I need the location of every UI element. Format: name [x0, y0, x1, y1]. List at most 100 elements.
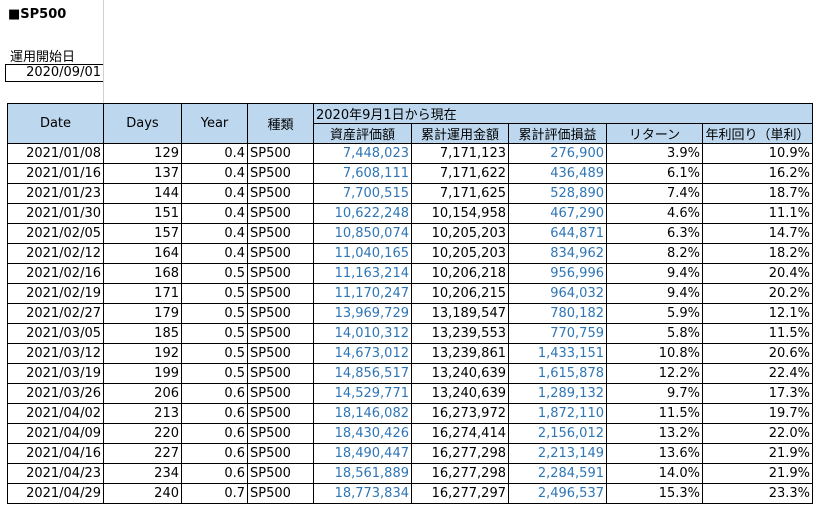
annual-yield-cell[interactable]: 18.2%: [702, 243, 813, 264]
invested-total-cell[interactable]: 10,206,218: [411, 263, 509, 284]
days-cell[interactable]: 206: [103, 383, 182, 404]
invested-total-cell[interactable]: 13,240,639: [411, 383, 509, 404]
date-cell[interactable]: 2021/02/05: [7, 223, 104, 244]
header-type[interactable]: 種類: [247, 103, 314, 144]
return-cell[interactable]: 9.7%: [606, 383, 703, 404]
days-cell[interactable]: 171: [103, 283, 182, 304]
unrealized-gain-cell[interactable]: 2,213,149: [508, 443, 607, 464]
annual-yield-cell[interactable]: 20.6%: [702, 343, 813, 364]
invested-total-cell[interactable]: 10,154,958: [411, 203, 509, 224]
type-cell[interactable]: SP500: [247, 423, 314, 444]
asset-value-cell[interactable]: 7,448,023: [313, 143, 412, 164]
asset-value-cell[interactable]: 18,146,082: [313, 403, 412, 424]
invested-total-cell[interactable]: 13,240,639: [411, 363, 509, 384]
date-cell[interactable]: 2021/03/19: [7, 363, 104, 384]
return-cell[interactable]: 10.8%: [606, 343, 703, 364]
asset-value-cell[interactable]: 10,850,074: [313, 223, 412, 244]
unrealized-gain-cell[interactable]: 2,496,537: [508, 483, 607, 504]
days-cell[interactable]: 137: [103, 163, 182, 184]
invested-total-cell[interactable]: 7,171,622: [411, 163, 509, 184]
days-cell[interactable]: 179: [103, 303, 182, 324]
type-cell[interactable]: SP500: [247, 483, 314, 504]
asset-value-cell[interactable]: 14,529,771: [313, 383, 412, 404]
year-cell[interactable]: 0.7: [181, 483, 248, 504]
date-cell[interactable]: 2021/03/05: [7, 323, 104, 344]
date-cell[interactable]: 2021/02/12: [7, 243, 104, 264]
unrealized-gain-cell[interactable]: 276,900: [508, 143, 607, 164]
days-cell[interactable]: 199: [103, 363, 182, 384]
return-cell[interactable]: 3.9%: [606, 143, 703, 164]
return-cell[interactable]: 15.3%: [606, 483, 703, 504]
invested-total-cell[interactable]: 7,171,625: [411, 183, 509, 204]
days-cell[interactable]: 151: [103, 203, 182, 224]
annual-yield-cell[interactable]: 21.9%: [702, 463, 813, 484]
type-cell[interactable]: SP500: [247, 183, 314, 204]
return-cell[interactable]: 7.4%: [606, 183, 703, 204]
annual-yield-cell[interactable]: 12.1%: [702, 303, 813, 324]
annual-yield-cell[interactable]: 16.2%: [702, 163, 813, 184]
type-cell[interactable]: SP500: [247, 303, 314, 324]
annual-yield-cell[interactable]: 14.7%: [702, 223, 813, 244]
return-cell[interactable]: 6.1%: [606, 163, 703, 184]
days-cell[interactable]: 144: [103, 183, 182, 204]
annual-yield-cell[interactable]: 11.5%: [702, 323, 813, 344]
date-cell[interactable]: 2021/03/26: [7, 383, 104, 404]
asset-value-cell[interactable]: 18,430,426: [313, 423, 412, 444]
year-cell[interactable]: 0.4: [181, 143, 248, 164]
return-cell[interactable]: 5.9%: [606, 303, 703, 324]
invested-total-cell[interactable]: 10,205,203: [411, 223, 509, 244]
unrealized-gain-cell[interactable]: 2,284,591: [508, 463, 607, 484]
year-cell[interactable]: 0.5: [181, 263, 248, 284]
asset-value-cell[interactable]: 11,163,214: [313, 263, 412, 284]
type-cell[interactable]: SP500: [247, 203, 314, 224]
date-cell[interactable]: 2021/01/16: [7, 163, 104, 184]
date-cell[interactable]: 2021/01/08: [7, 143, 104, 164]
return-cell[interactable]: 5.8%: [606, 323, 703, 344]
asset-value-cell[interactable]: 13,969,729: [313, 303, 412, 324]
days-cell[interactable]: 220: [103, 423, 182, 444]
type-cell[interactable]: SP500: [247, 223, 314, 244]
type-cell[interactable]: SP500: [247, 283, 314, 304]
unrealized-gain-cell[interactable]: 467,290: [508, 203, 607, 224]
header-date[interactable]: Date: [7, 103, 104, 144]
return-cell[interactable]: 6.3%: [606, 223, 703, 244]
invested-total-cell[interactable]: 16,277,298: [411, 443, 509, 464]
return-cell[interactable]: 9.4%: [606, 283, 703, 304]
annual-yield-cell[interactable]: 22.4%: [702, 363, 813, 384]
asset-value-cell[interactable]: 18,561,889: [313, 463, 412, 484]
type-cell[interactable]: SP500: [247, 443, 314, 464]
header-asset-value[interactable]: 資産評価額: [313, 123, 412, 144]
header-return[interactable]: リターン: [606, 123, 703, 144]
year-cell[interactable]: 0.6: [181, 383, 248, 404]
date-cell[interactable]: 2021/01/30: [7, 203, 104, 224]
unrealized-gain-cell[interactable]: 644,871: [508, 223, 607, 244]
date-cell[interactable]: 2021/02/16: [7, 263, 104, 284]
asset-value-cell[interactable]: 14,010,312: [313, 323, 412, 344]
return-cell[interactable]: 14.0%: [606, 463, 703, 484]
invested-total-cell[interactable]: 13,189,547: [411, 303, 509, 324]
invested-total-cell[interactable]: 10,205,203: [411, 243, 509, 264]
invested-total-cell[interactable]: 13,239,861: [411, 343, 509, 364]
type-cell[interactable]: SP500: [247, 163, 314, 184]
date-cell[interactable]: 2021/04/23: [7, 463, 104, 484]
invested-total-cell[interactable]: 10,206,215: [411, 283, 509, 304]
return-cell[interactable]: 13.6%: [606, 443, 703, 464]
annual-yield-cell[interactable]: 10.9%: [702, 143, 813, 164]
year-cell[interactable]: 0.5: [181, 343, 248, 364]
annual-yield-cell[interactable]: 11.1%: [702, 203, 813, 224]
annual-yield-cell[interactable]: 18.7%: [702, 183, 813, 204]
days-cell[interactable]: 213: [103, 403, 182, 424]
date-cell[interactable]: 2021/01/23: [7, 183, 104, 204]
date-cell[interactable]: 2021/04/02: [7, 403, 104, 424]
year-cell[interactable]: 0.4: [181, 163, 248, 184]
return-cell[interactable]: 8.2%: [606, 243, 703, 264]
year-cell[interactable]: 0.6: [181, 443, 248, 464]
unrealized-gain-cell[interactable]: 1,433,151: [508, 343, 607, 364]
annual-yield-cell[interactable]: 20.2%: [702, 283, 813, 304]
asset-value-cell[interactable]: 11,040,165: [313, 243, 412, 264]
date-cell[interactable]: 2021/04/16: [7, 443, 104, 464]
start-date-cell[interactable]: 2020/09/01: [5, 64, 103, 82]
asset-value-cell[interactable]: 14,856,517: [313, 363, 412, 384]
type-cell[interactable]: SP500: [247, 383, 314, 404]
return-cell[interactable]: 12.2%: [606, 363, 703, 384]
